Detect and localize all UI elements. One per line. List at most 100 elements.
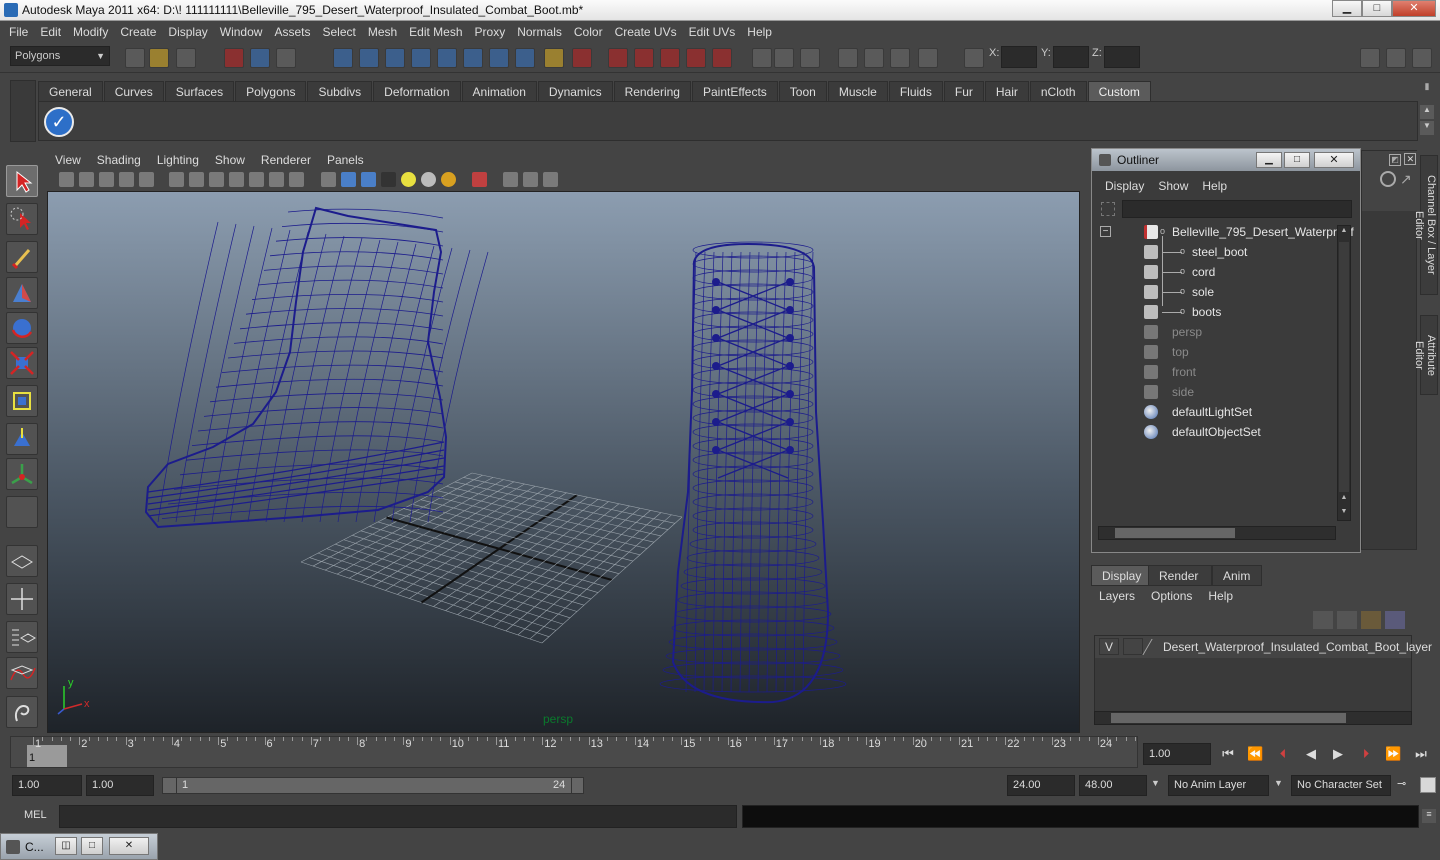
- close-button[interactable]: ✕: [1392, 0, 1436, 17]
- go-to-end-icon[interactable]: ⏭: [1413, 746, 1429, 762]
- layer-menu-help[interactable]: Help: [1200, 589, 1241, 603]
- camera-attributes-icon[interactable]: [79, 172, 94, 187]
- select-camera-icon[interactable]: [59, 172, 74, 187]
- float-panel-icon[interactable]: ◩: [1389, 154, 1401, 166]
- minimized-window[interactable]: C... ◫ □ ✕: [0, 833, 158, 860]
- x-ray-components-icon[interactable]: [543, 172, 558, 187]
- rotate-tool-icon[interactable]: [6, 312, 38, 344]
- menu-file[interactable]: File: [3, 25, 34, 39]
- step-back-key-icon[interactable]: ⏴: [1275, 746, 1291, 762]
- menu-edit[interactable]: Edit: [34, 25, 67, 39]
- menu-help[interactable]: Help: [741, 25, 778, 39]
- shelf-tab-custom[interactable]: Custom: [1087, 81, 1151, 101]
- layer-color-swatch[interactable]: [1142, 639, 1164, 655]
- menu-color[interactable]: Color: [568, 25, 609, 39]
- show-manipulator-icon[interactable]: [6, 458, 38, 490]
- viewport-menu-shading[interactable]: Shading: [89, 153, 149, 167]
- history-icon[interactable]: [463, 48, 483, 68]
- outliner-maximize-button[interactable]: □: [1284, 152, 1310, 168]
- scroll-up-icon[interactable]: ▲: [1420, 105, 1434, 119]
- safe-title-icon[interactable]: [289, 172, 304, 187]
- menu-assets[interactable]: Assets: [268, 25, 316, 39]
- hypershade-icon[interactable]: [712, 48, 732, 68]
- select-tool-icon[interactable]: [6, 165, 38, 197]
- play-forwards-icon[interactable]: ▶: [1330, 746, 1346, 762]
- channel-display-icon[interactable]: [1380, 171, 1396, 187]
- shelf-tab-deformation[interactable]: Deformation: [373, 81, 461, 101]
- rename-icon[interactable]: [774, 48, 794, 68]
- menu-select[interactable]: Select: [316, 25, 361, 39]
- tab-channel-box[interactable]: Channel Box / Layer Editor: [1413, 155, 1438, 295]
- filter-icon[interactable]: [1101, 202, 1115, 216]
- check-icon[interactable]: ✓: [44, 107, 74, 137]
- construction-history-icon[interactable]: [572, 48, 592, 68]
- snap-grid-icon[interactable]: [333, 48, 353, 68]
- outliner-hscroll-thumb[interactable]: [1115, 528, 1235, 538]
- four-pane-layout-icon[interactable]: [6, 583, 38, 615]
- layer-menu-layers[interactable]: Layers: [1091, 589, 1143, 603]
- layer-row[interactable]: V Desert_Waterproof_Insulated_Combat_Boo…: [1095, 636, 1432, 658]
- select-hierarchy-icon[interactable]: [224, 48, 244, 68]
- outliner-menu-help[interactable]: Help: [1195, 179, 1234, 193]
- hypershade-layout-icon[interactable]: [6, 696, 38, 728]
- trash-icon[interactable]: ▮: [1420, 81, 1434, 97]
- input-line-icon[interactable]: [752, 48, 772, 68]
- minimize-button[interactable]: ▁: [1332, 0, 1362, 17]
- shelf-tab-toon[interactable]: Toon: [778, 81, 827, 101]
- play-backwards-icon[interactable]: ◀: [1303, 746, 1319, 762]
- menu-modify[interactable]: Modify: [67, 25, 114, 39]
- shelf-tab-general[interactable]: General: [38, 81, 103, 101]
- layer-type-toggle[interactable]: [1123, 638, 1143, 655]
- close-button[interactable]: ✕: [109, 837, 149, 855]
- step-forward-key-icon[interactable]: ⏵: [1358, 746, 1374, 762]
- viewport-menu-renderer[interactable]: Renderer: [253, 153, 319, 167]
- layer-hscrollbar[interactable]: [1094, 711, 1412, 725]
- shelf-tab-curves[interactable]: Curves: [103, 81, 164, 101]
- wireframe-on-shaded-icon[interactable]: [361, 172, 376, 187]
- make-live-icon[interactable]: [437, 48, 457, 68]
- absolute-transform-icon[interactable]: [964, 48, 984, 68]
- time-slider[interactable]: 1 1 2 3 4 5 6 7 8 9 10 11 12 13 14 15 16 17 18 19 20 21 22 23 2…: [10, 736, 1138, 768]
- shelf-tab-animation[interactable]: Animation: [461, 81, 537, 101]
- bookmarks-icon[interactable]: [99, 172, 114, 187]
- film-gate-icon[interactable]: [189, 172, 204, 187]
- x-ray-joints-icon[interactable]: [523, 172, 538, 187]
- script-editor-icon[interactable]: ≡: [1422, 809, 1436, 823]
- x-ray-icon[interactable]: [503, 172, 518, 187]
- maximize-button[interactable]: □: [81, 837, 103, 855]
- layer-visibility-toggle[interactable]: V: [1099, 638, 1119, 655]
- field-chart-icon[interactable]: [249, 172, 264, 187]
- collapse-icon[interactable]: −: [1100, 226, 1111, 237]
- menu-window[interactable]: Window: [214, 25, 269, 39]
- shelf-tab-dynamics[interactable]: Dynamics: [537, 81, 613, 101]
- last-tool-icon[interactable]: [6, 496, 38, 528]
- key-icon[interactable]: ⊸: [1397, 777, 1406, 790]
- paint-select-tool-icon[interactable]: [6, 241, 38, 273]
- smooth-shade-icon[interactable]: [341, 172, 356, 187]
- mel-label[interactable]: MEL: [24, 809, 47, 821]
- tab-render[interactable]: Render: [1148, 565, 1212, 586]
- chevron-down-icon[interactable]: ▼: [1274, 778, 1283, 788]
- outliner-scroll-track[interactable]: [1339, 242, 1349, 492]
- current-frame-field[interactable]: 1.00: [1143, 743, 1211, 765]
- channel-box-toggle-icon[interactable]: [1360, 48, 1380, 68]
- help-icon[interactable]: [515, 48, 535, 68]
- tab-display[interactable]: Display: [1091, 565, 1153, 586]
- move-layer-icon[interactable]: [1313, 611, 1333, 629]
- outliner-menu-display[interactable]: Display: [1098, 179, 1151, 193]
- scroll-up-icon[interactable]: ▲: [1339, 494, 1349, 504]
- use-all-lights-icon[interactable]: [401, 172, 416, 187]
- safe-action-icon[interactable]: [269, 172, 284, 187]
- tool-settings-icon[interactable]: [890, 48, 910, 68]
- viewport-menu-show[interactable]: Show: [207, 153, 253, 167]
- two-d-pan-icon[interactable]: [139, 172, 154, 187]
- select-object-icon[interactable]: [250, 48, 270, 68]
- viewport-menu-lighting[interactable]: Lighting: [149, 153, 207, 167]
- graph-layout-icon[interactable]: [6, 657, 38, 689]
- menu-create[interactable]: Create: [114, 25, 162, 39]
- shelf-tab-fur[interactable]: Fur: [943, 81, 984, 101]
- close-panel-icon[interactable]: ✕: [1404, 153, 1417, 165]
- sidebar-toggle-icon[interactable]: [838, 48, 858, 68]
- start-time-field[interactable]: 1.00: [12, 775, 82, 796]
- open-scene-icon[interactable]: [149, 48, 169, 68]
